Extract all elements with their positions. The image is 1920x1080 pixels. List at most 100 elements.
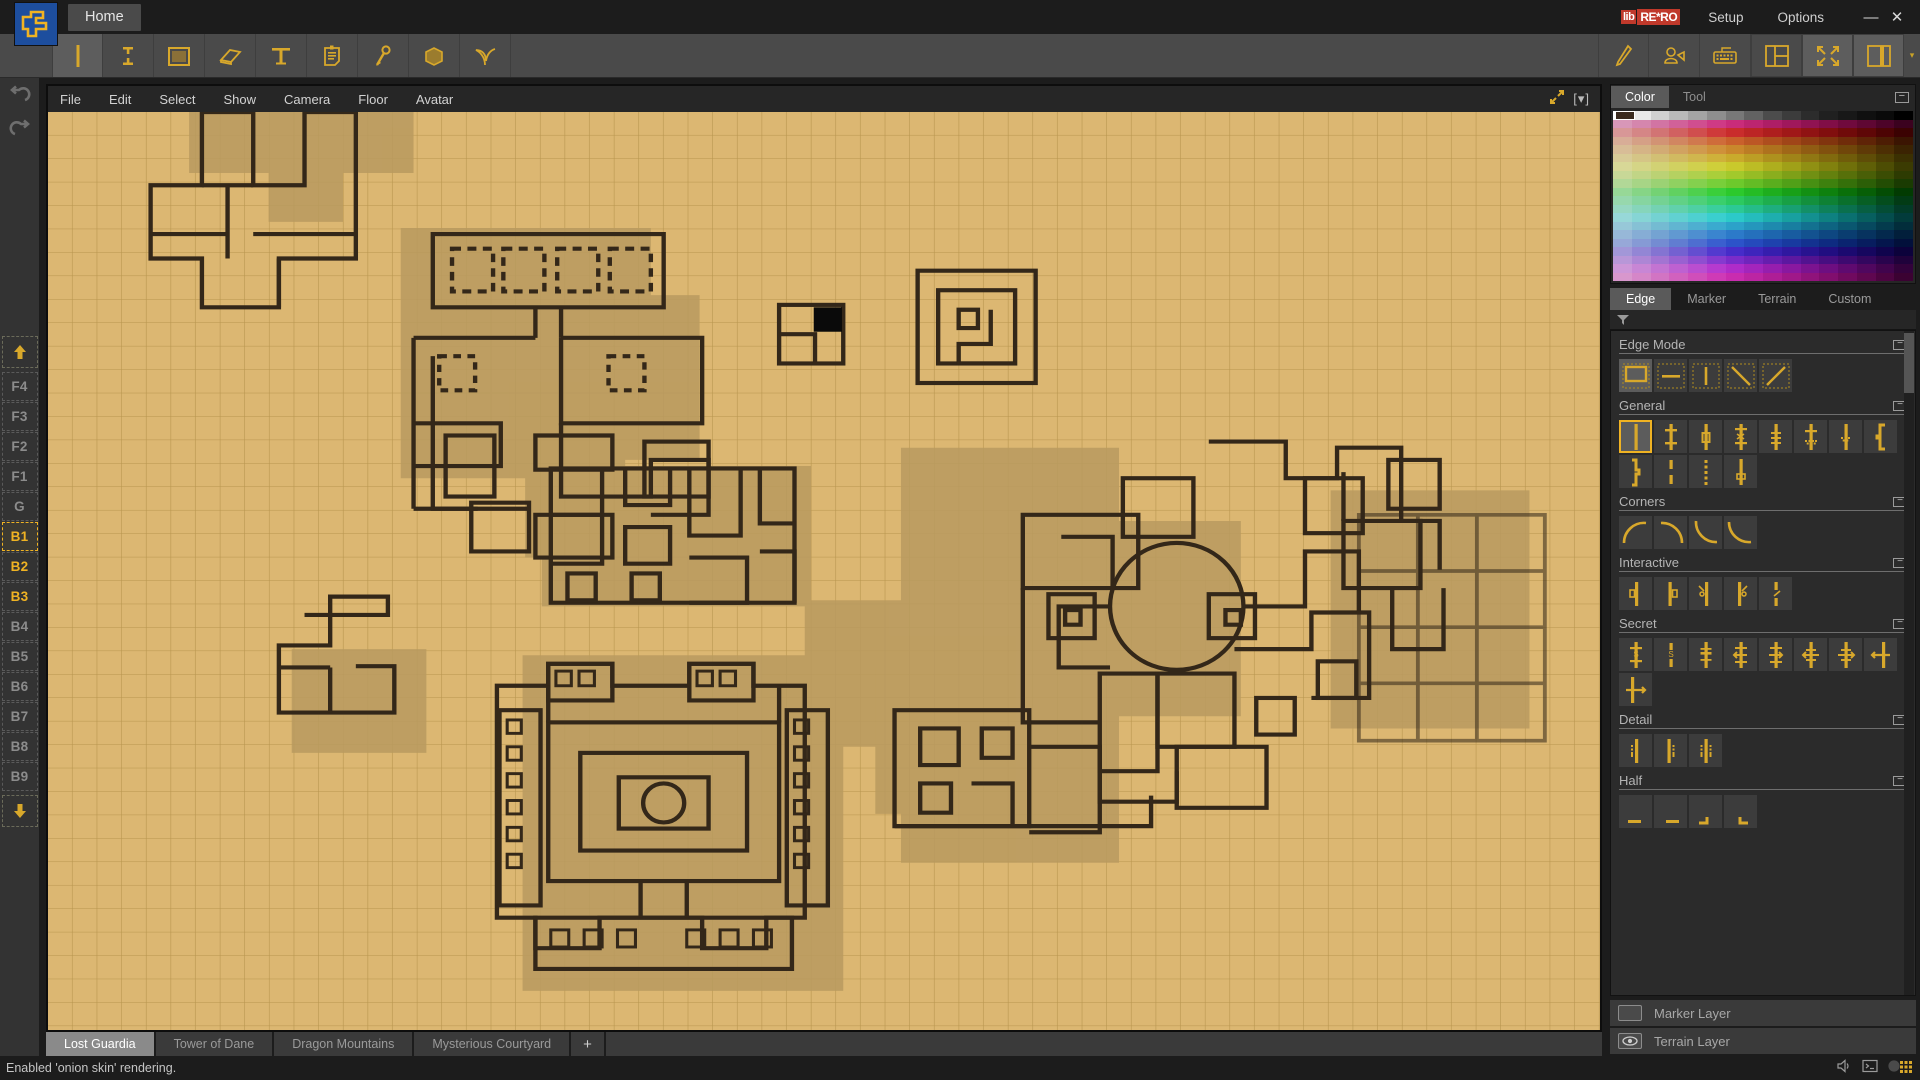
edge-wall-crossed[interactable] [1724,420,1757,453]
palette-swatch[interactable] [1763,153,1782,162]
palette-swatch[interactable] [1894,145,1913,154]
edge-mode-box[interactable] [1619,359,1652,392]
edge-wall-tjoint[interactable] [1654,420,1687,453]
palette-swatch[interactable] [1744,264,1763,273]
palette-swatch[interactable] [1894,221,1913,230]
floor-tool-button[interactable] [103,34,154,77]
palette-swatch[interactable] [1800,238,1820,247]
palette-swatch[interactable] [1669,204,1688,213]
palette-swatch[interactable] [1800,196,1820,205]
palette-swatch[interactable] [1725,136,1745,145]
palette-swatch[interactable] [1856,170,1876,179]
palette-swatch[interactable] [1894,272,1913,281]
palette-swatch[interactable] [1631,187,1651,196]
palette-swatch[interactable] [1669,119,1688,128]
palette-swatch[interactable] [1894,264,1913,273]
add-map-tab-button[interactable]: + [571,1032,606,1056]
map-menu-floor[interactable]: Floor [358,92,388,107]
palette-swatch[interactable] [1838,128,1857,137]
palette-swatch[interactable] [1650,136,1670,145]
palette-swatch[interactable] [1631,255,1651,264]
palette-swatch[interactable] [1875,272,1895,281]
palette-swatch[interactable] [1838,255,1857,264]
palette-swatch[interactable] [1763,247,1782,256]
palette-swatch[interactable] [1631,230,1651,239]
palette-swatch[interactable] [1856,264,1876,273]
palette-swatch[interactable] [1800,255,1820,264]
detail-both[interactable] [1689,734,1722,767]
palette-swatch[interactable] [1613,221,1632,230]
palette-swatch[interactable] [1894,119,1913,128]
palette-swatch[interactable] [1650,111,1670,120]
palette-swatch[interactable] [1875,238,1895,247]
palette-swatch[interactable] [1725,119,1745,128]
palette-swatch[interactable] [1631,213,1651,222]
palette-swatch[interactable] [1613,264,1632,273]
palette-swatch[interactable] [1706,238,1726,247]
palette-swatch[interactable] [1781,247,1801,256]
palette-swatch[interactable] [1688,128,1707,137]
palette-swatch[interactable] [1763,204,1782,213]
palette-swatch[interactable] [1613,119,1632,128]
palette-swatch[interactable] [1613,153,1632,162]
palette-swatch[interactable] [1819,170,1838,179]
palette-swatch[interactable] [1781,136,1801,145]
palette-swatch[interactable] [1856,179,1876,188]
palette-swatch[interactable] [1631,162,1651,171]
palette-swatch[interactable] [1706,230,1726,239]
palette-swatch[interactable] [1744,128,1763,137]
palette-swatch[interactable] [1613,187,1632,196]
palette-swatch[interactable] [1819,247,1838,256]
palette-swatch[interactable] [1725,264,1745,273]
palette-swatch[interactable] [1688,153,1707,162]
palette-swatch[interactable] [1800,247,1820,256]
palette-swatch[interactable] [1669,247,1688,256]
palette-swatch[interactable] [1819,213,1838,222]
tab-terrain[interactable]: Terrain [1742,288,1812,310]
palette-swatch[interactable] [1725,162,1745,171]
palette-swatch[interactable] [1631,247,1651,256]
palette-swatch[interactable] [1875,128,1895,137]
corner-top-left[interactable] [1619,516,1652,549]
map-menu-show[interactable]: Show [224,92,257,107]
door-open-right[interactable] [1724,577,1757,610]
fill-tool-button[interactable] [154,34,205,77]
palette-swatch[interactable] [1688,247,1707,256]
dither-grid-icon[interactable] [1888,1059,1912,1078]
floor-button-b9[interactable]: B9 [1,762,38,791]
palette-swatch[interactable] [1688,204,1707,213]
palette-swatch[interactable] [1781,128,1801,137]
pen-tool-button[interactable] [1598,34,1649,77]
palette-swatch[interactable] [1838,272,1857,281]
edge-wall-dotted[interactable] [1689,455,1722,488]
palette-swatch[interactable] [1894,162,1913,171]
palette-swatch[interactable] [1819,255,1838,264]
palette-swatch[interactable] [1744,204,1763,213]
palette-swatch[interactable] [1669,153,1688,162]
edge-wall-arch[interactable] [1829,420,1862,453]
palette-swatch[interactable] [1781,145,1801,154]
palette-swatch[interactable] [1669,255,1688,264]
palette-swatch[interactable] [1688,196,1707,205]
map-tab-0[interactable]: Lost Guardia [46,1032,156,1056]
palette-swatch[interactable] [1706,247,1726,256]
palette-swatch[interactable] [1838,136,1857,145]
floor-button-f1[interactable]: F1 [1,462,38,491]
palette-swatch[interactable] [1781,264,1801,273]
palette-swatch[interactable] [1669,196,1688,205]
palette-swatch[interactable] [1894,247,1913,256]
setup-menu[interactable]: Setup [1708,10,1743,25]
palette-swatch[interactable] [1894,136,1913,145]
palette-swatch[interactable] [1725,111,1745,120]
palette-swatch[interactable] [1725,272,1745,281]
palette-swatch[interactable] [1631,179,1651,188]
door-broken[interactable] [1759,577,1792,610]
palette-swatch[interactable] [1763,162,1782,171]
palette-swatch[interactable] [1838,179,1857,188]
door-left[interactable] [1619,577,1652,610]
palette-swatch[interactable] [1875,170,1895,179]
palette-swatch[interactable] [1725,179,1745,188]
palette-swatch[interactable] [1744,196,1763,205]
palette-swatch[interactable] [1613,128,1632,137]
palette-swatch[interactable] [1800,272,1820,281]
